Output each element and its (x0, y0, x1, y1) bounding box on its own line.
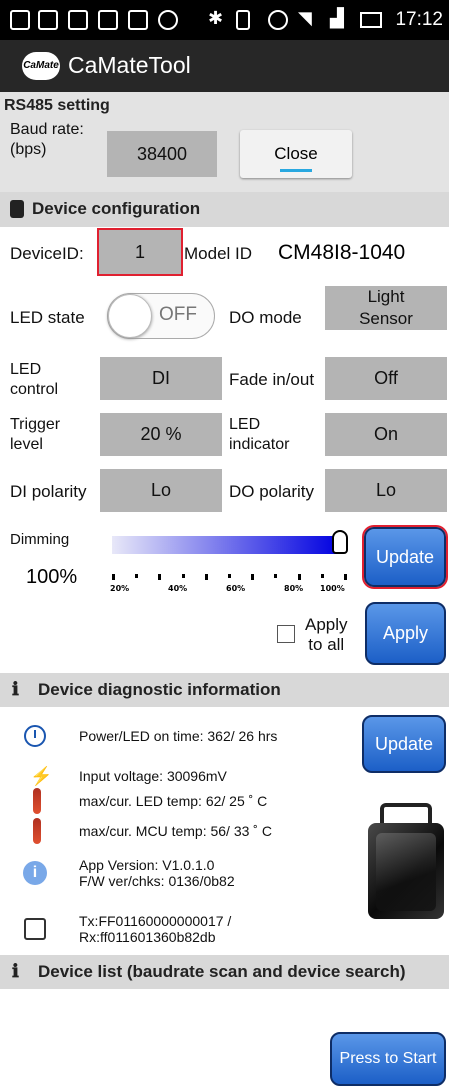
slider-tick-label: 100% (320, 584, 345, 593)
led-control-selector[interactable]: DI (100, 357, 222, 400)
device-list-header: ℹ Device list (baudrate scan and device … (0, 955, 449, 989)
device-config-header: Device configuration (0, 192, 449, 227)
status-time: 17:12 (395, 9, 443, 30)
led-state-label: LED state (10, 308, 85, 327)
thermometer-icon (33, 788, 41, 814)
slider-tick-mark (344, 574, 347, 580)
slider-tick-label: 80% (284, 584, 304, 593)
slider-tick-label: 40% (168, 584, 188, 593)
fade-label: Fade in/out (229, 370, 315, 389)
device-id-label: DeviceID: (10, 244, 84, 263)
fw-version-text: F/W ver/chks: 0136/0b82 (79, 873, 235, 889)
status-bar: ✱ ◥ ▟ 17:12 (0, 0, 449, 40)
led-control-label: LED control (10, 361, 59, 398)
slider-tick-mark (251, 574, 255, 580)
mail-icon (68, 10, 88, 30)
slider-tick-mark (112, 574, 115, 580)
mail-icon (128, 10, 148, 30)
battery-icon (360, 12, 382, 28)
mcu-temp-text: max/cur. MCU temp: 56/ 33 ˚ C (79, 823, 272, 839)
close-button[interactable]: Close (240, 130, 352, 178)
slider-tick-mark (135, 574, 139, 578)
app-version-text: App Version: V1.0.1.0 (79, 857, 215, 873)
app-title: CaMateTool (68, 52, 191, 78)
slider-tick-mark (297, 574, 301, 580)
app-bar: CaMate CaMateTool (0, 40, 449, 92)
apply-button[interactable]: Apply (365, 602, 446, 665)
log-icon (24, 918, 46, 940)
slider-tick-mark (204, 574, 208, 580)
notification-icon (10, 10, 30, 30)
section-title: Device diagnostic information (38, 680, 281, 699)
led-state-toggle[interactable]: OFF (107, 293, 215, 339)
led-indicator-label: LED indicator (229, 416, 290, 453)
trigger-level-selector[interactable]: 20 % (100, 413, 222, 456)
slider-tick-mark (181, 574, 185, 578)
input-voltage-text: Input voltage: 30096mV (79, 768, 227, 784)
slider-tick-mark (228, 574, 231, 578)
led-temp-text: max/cur. LED temp: 62/ 25 ˚ C (79, 793, 268, 809)
circle-status-icon (158, 10, 178, 30)
do-polarity-label: DO polarity (229, 482, 315, 501)
info-circle-icon: i (23, 861, 47, 885)
section-title: Device configuration (32, 199, 201, 218)
model-id-label: Model ID (184, 244, 253, 263)
apply-all-label: Apply to all (305, 615, 348, 654)
do-polarity-selector[interactable]: Lo (325, 469, 447, 512)
device-id-field[interactable]: 1 (97, 228, 183, 276)
section-title: Device list (baudrate scan and device se… (38, 962, 406, 981)
device-image (368, 803, 444, 919)
rx-text: Rx:ff011601360b82db (79, 929, 216, 945)
dimming-slider[interactable] (112, 536, 340, 554)
baud-rate-label: Baud rate: (bps) (10, 121, 84, 158)
info-icon: ℹ (12, 679, 19, 699)
model-id-value: CM48I8-1040 (278, 241, 406, 264)
mail-icon (98, 10, 118, 30)
press-to-start-button[interactable]: Press to Start (330, 1032, 446, 1086)
alarm-icon (268, 10, 288, 30)
apply-all-checkbox[interactable] (277, 625, 295, 643)
camera-icon (10, 200, 24, 218)
slider-tick-label: 60% (226, 584, 246, 593)
tx-text: Tx:FF01160000000017 / (79, 913, 232, 929)
bluetooth-icon: ✱ (208, 8, 224, 28)
fade-selector[interactable]: Off (325, 357, 447, 400)
notification-icon (38, 10, 58, 30)
slider-tick-label: 20% (110, 584, 130, 593)
slider-tick-mark (158, 574, 162, 580)
button-indicator (280, 169, 312, 172)
dimming-ticks: 20% 40% 60% 80% 100% (110, 574, 347, 598)
slider-tick-mark (320, 574, 324, 578)
led-indicator-selector[interactable]: On (325, 413, 447, 456)
dimming-label: Dimming (10, 531, 70, 548)
diagnostics-update-button[interactable]: Update (362, 715, 446, 773)
toggle-label: OFF (159, 304, 197, 325)
bulb-icon[interactable] (332, 530, 348, 554)
rs485-header: RS485 setting (4, 97, 110, 114)
wifi-icon: ◥ (298, 8, 312, 28)
baud-rate-selector[interactable]: 38400 (107, 131, 217, 177)
plug-icon: ⚡ (30, 766, 53, 786)
toggle-knob (108, 294, 152, 338)
vibrate-icon (236, 10, 250, 30)
dimming-value: 100% (26, 566, 78, 588)
do-mode-selector[interactable]: Light Sensor (325, 286, 447, 330)
thermometer-icon (33, 818, 41, 844)
clock-icon (24, 725, 46, 747)
di-polarity-label: DI polarity (10, 482, 87, 501)
do-mode-label: DO mode (229, 308, 302, 327)
trigger-level-label: Trigger level (10, 416, 61, 453)
power-time-text: Power/LED on time: 362/ 26 hrs (79, 728, 278, 744)
app-logo: CaMate (22, 52, 60, 80)
info-icon: ℹ (12, 961, 19, 981)
dimming-update-button[interactable]: Update (362, 525, 448, 589)
slider-tick-mark (274, 574, 278, 578)
signal-icon: ▟ (330, 8, 344, 28)
diagnostics-header: ℹ Device diagnostic information (0, 673, 449, 707)
di-polarity-selector[interactable]: Lo (100, 469, 222, 512)
